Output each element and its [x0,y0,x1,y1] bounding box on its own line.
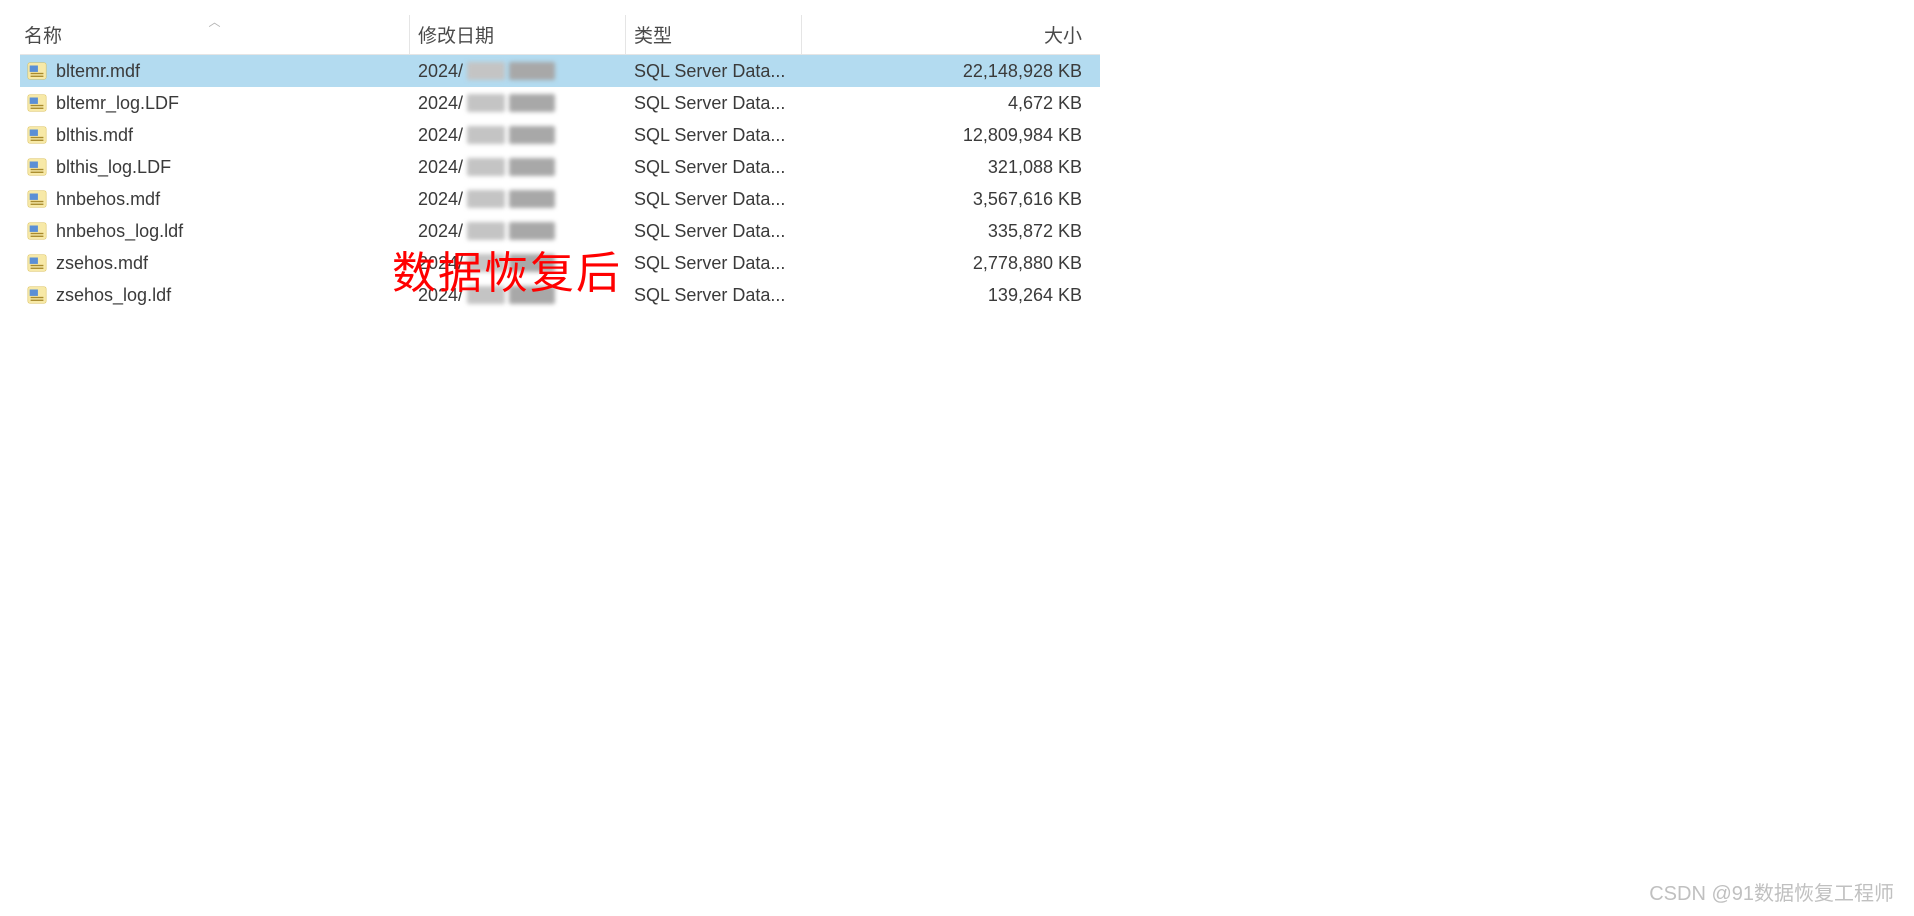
overlay-annotation: 数据恢复后 [392,237,622,301]
database-file-icon [26,92,48,114]
file-type: SQL Server Data... [626,221,802,242]
file-date-prefix: 2024/ [418,189,463,210]
file-row[interactable]: bltemr.mdf 2024/ SQL Server Data... 22,1… [20,55,1100,87]
redacted-block [509,190,555,208]
file-type: SQL Server Data... [626,157,802,178]
file-type: SQL Server Data... [626,253,802,274]
redacted-block [509,62,555,80]
file-row[interactable]: hnbehos.mdf 2024/ SQL Server Data... 3,5… [20,183,1100,215]
database-file-icon [26,284,48,306]
redacted-block [467,62,505,80]
file-row[interactable]: blthis_log.LDF 2024/ SQL Server Data... … [20,151,1100,183]
file-name: hnbehos_log.ldf [56,221,183,242]
database-file-icon [26,156,48,178]
file-name: blthis.mdf [56,125,133,146]
file-date-prefix: 2024/ [418,157,463,178]
file-name: bltemr_log.LDF [56,93,179,114]
column-size-label: 大小 [1044,21,1082,48]
file-type: SQL Server Data... [626,189,802,210]
file-size: 12,809,984 KB [802,125,1090,146]
file-name: hnbehos.mdf [56,189,160,210]
column-header-type[interactable]: 类型 [626,15,802,54]
file-row[interactable]: blthis.mdf 2024/ SQL Server Data... 12,8… [20,119,1100,151]
redacted-block [467,94,505,112]
database-file-icon [26,188,48,210]
watermark: CSDN @91数据恢复工程师 [1649,877,1894,906]
column-header-name[interactable]: 名称 ︿ [20,15,410,54]
column-header-row: 名称 ︿ 修改日期 类型 大小 [20,15,1100,55]
file-size: 3,567,616 KB [802,189,1090,210]
sort-ascending-icon: ︿ [208,13,220,30]
column-date-label: 修改日期 [418,21,494,48]
file-row[interactable]: bltemr_log.LDF 2024/ SQL Server Data... … [20,87,1100,119]
redacted-block [467,126,505,144]
file-size: 2,778,880 KB [802,253,1090,274]
database-file-icon [26,252,48,274]
file-size: 335,872 KB [802,221,1090,242]
file-date-prefix: 2024/ [418,93,463,114]
file-name: zsehos.mdf [56,253,148,274]
file-type: SQL Server Data... [626,61,802,82]
database-file-icon [26,124,48,146]
file-size: 4,672 KB [802,93,1090,114]
file-type: SQL Server Data... [626,93,802,114]
file-type: SQL Server Data... [626,125,802,146]
file-name: blthis_log.LDF [56,157,171,178]
redacted-block [509,158,555,176]
redacted-block [509,94,555,112]
column-header-date[interactable]: 修改日期 [410,15,626,54]
file-date-prefix: 2024/ [418,125,463,146]
file-name: zsehos_log.ldf [56,285,171,306]
redacted-block [467,158,505,176]
column-header-size[interactable]: 大小 [802,15,1090,54]
file-date-prefix: 2024/ [418,61,463,82]
database-file-icon [26,220,48,242]
redacted-block [467,190,505,208]
file-type: SQL Server Data... [626,285,802,306]
redacted-block [509,126,555,144]
file-size: 22,148,928 KB [802,61,1090,82]
column-type-label: 类型 [634,21,672,48]
database-file-icon [26,60,48,82]
column-name-label: 名称 [24,21,62,48]
file-name: bltemr.mdf [56,61,140,82]
file-size: 321,088 KB [802,157,1090,178]
file-size: 139,264 KB [802,285,1090,306]
